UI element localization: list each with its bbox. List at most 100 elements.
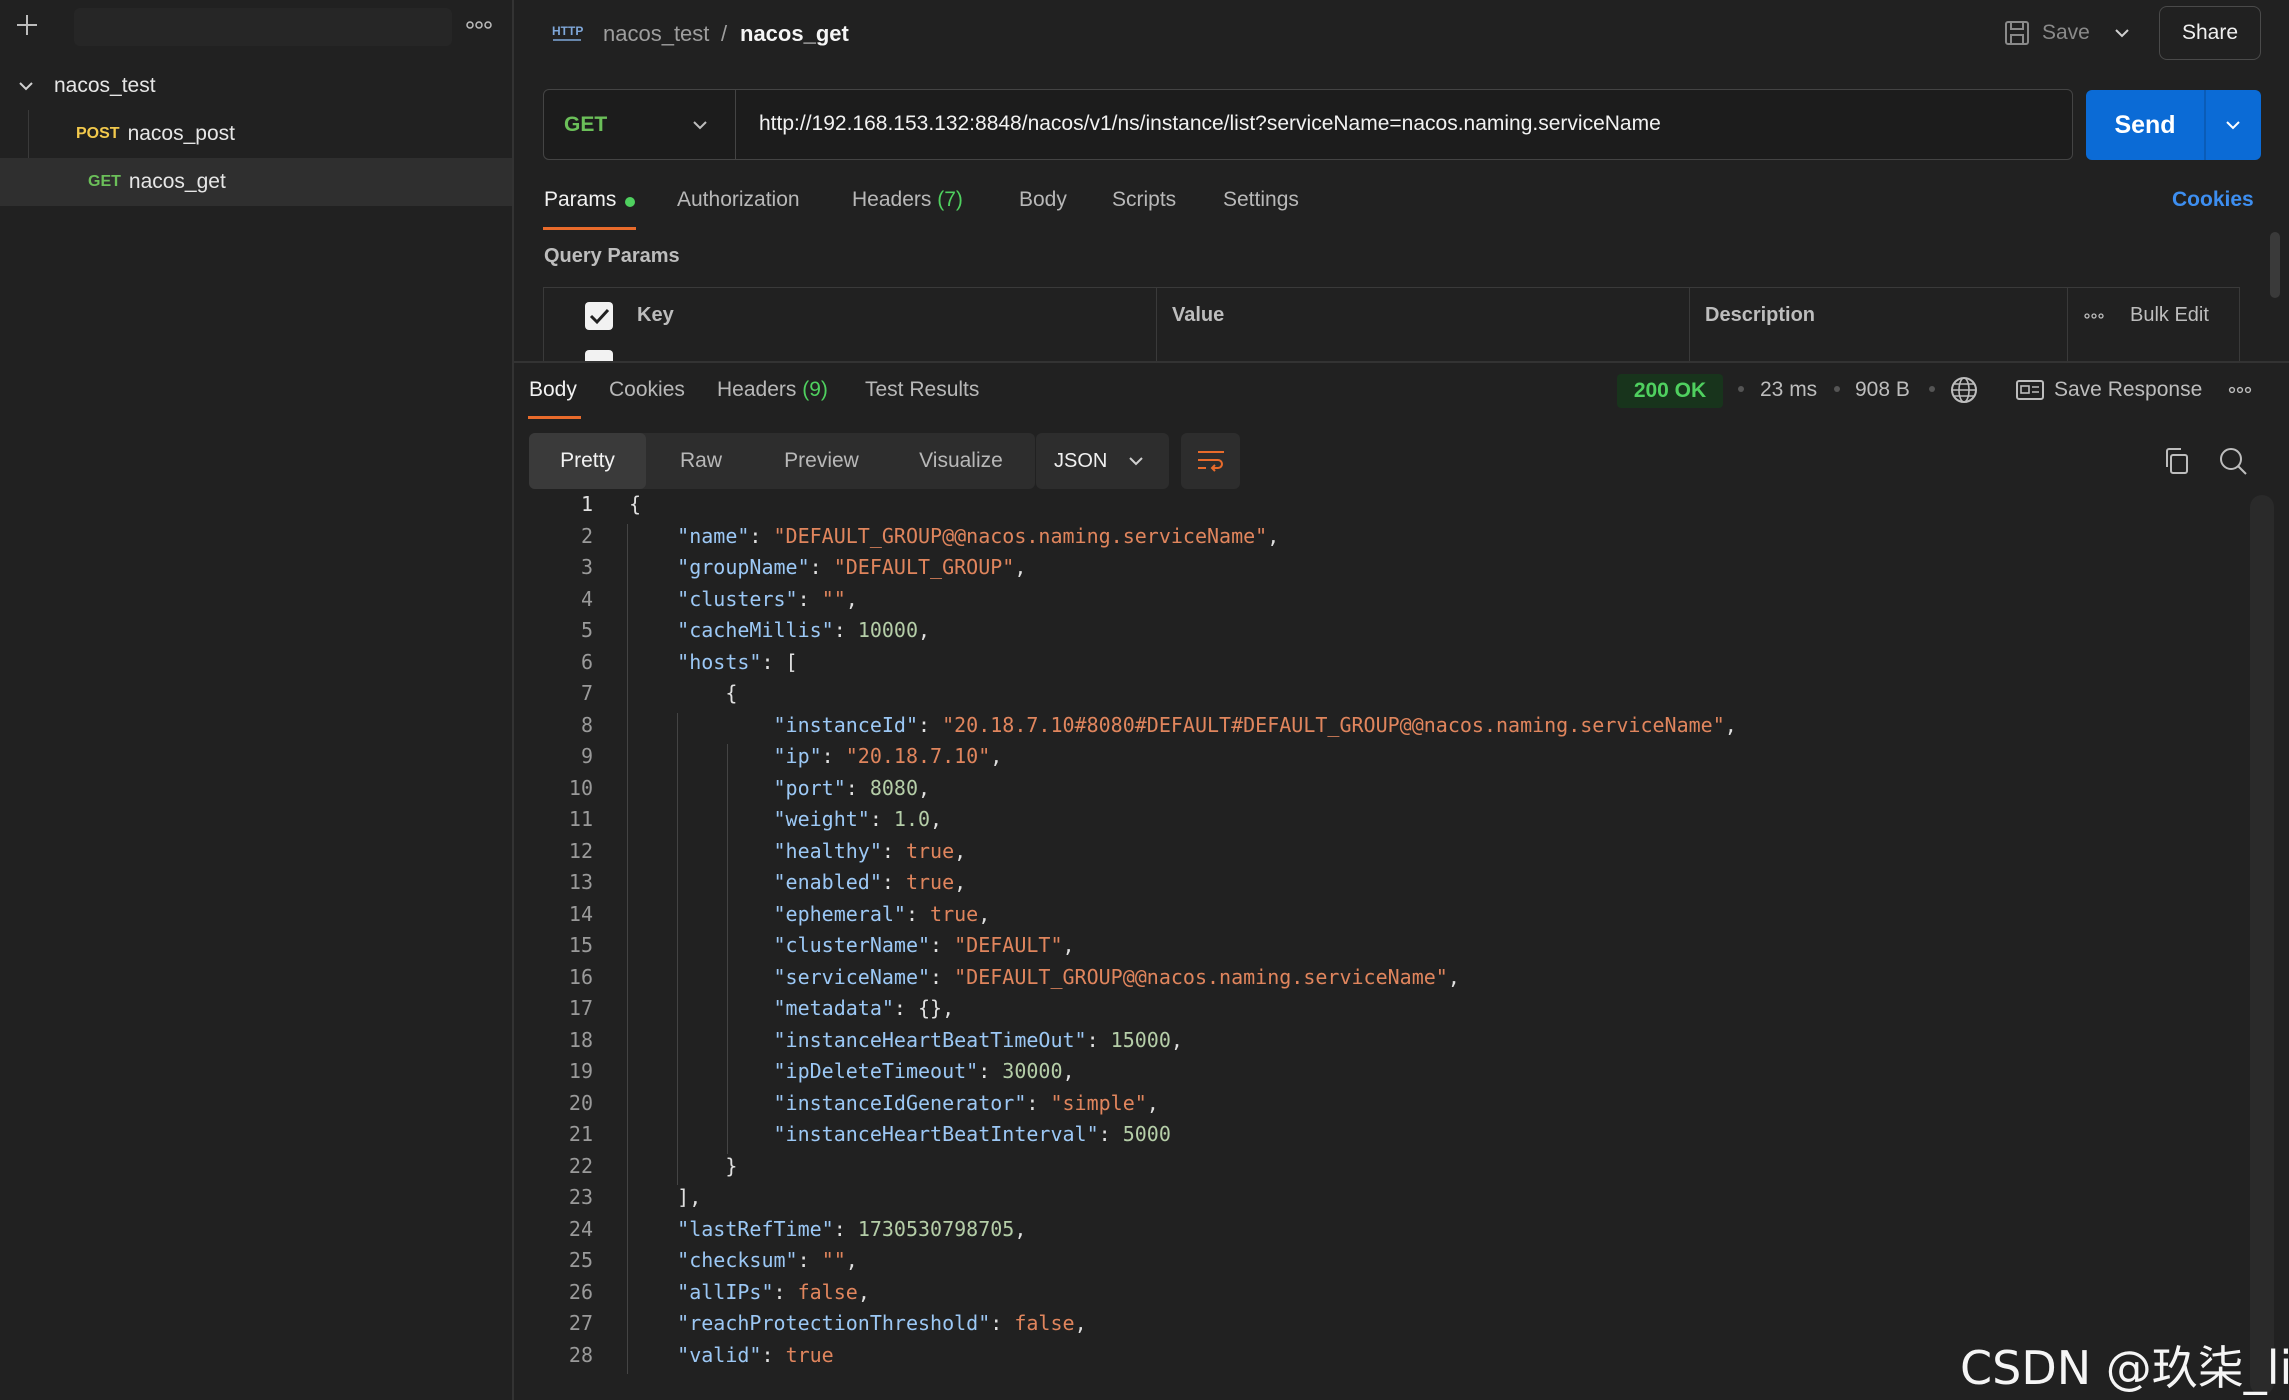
tab-settings[interactable]: Settings [1223, 188, 1299, 212]
url-input[interactable]: http://192.168.153.132:8848/nacos/v1/ns/… [759, 112, 1661, 136]
line-number: 9 [580, 744, 593, 768]
code-line: 11 "weight": 1.0, [529, 807, 2249, 839]
line-number: 3 [580, 555, 593, 579]
code-text: "ip": "20.18.7.10", [773, 744, 1003, 768]
response-body-viewer[interactable]: 1 {2 "name": "DEFAULT_GROUP@@nacos.naming… [529, 492, 2249, 1382]
code-text: "reachProtectionThreshold": false, [677, 1311, 1087, 1335]
query-params-table: Key Value Description Bulk Edit [543, 287, 2240, 362]
response-scrollbar[interactable] [2250, 495, 2274, 1395]
view-visualize-button[interactable]: Visualize [887, 433, 1035, 489]
method-select-value: GET [564, 112, 608, 136]
save-dropdown-chevron-icon[interactable] [2114, 27, 2130, 39]
response-time[interactable]: 23 ms [1760, 378, 1817, 402]
share-button[interactable]: Share [2159, 6, 2261, 60]
code-line: 14 "ephemeral": true, [529, 902, 2249, 934]
code-text: "cacheMillis": 10000, [677, 618, 931, 642]
tab-scripts[interactable]: Scripts [1112, 188, 1176, 212]
code-line: 24 "lastRefTime": 1730530798705, [529, 1217, 2249, 1249]
sidebar-search-input[interactable] [74, 8, 452, 46]
code-text: "instanceHeartBeatTimeOut": 15000, [773, 1027, 1183, 1052]
globe-icon[interactable] [1950, 376, 1978, 404]
line-number: 7 [580, 681, 593, 705]
select-all-checkbox[interactable] [585, 302, 613, 330]
sidebar: nacos_test POST nacos_post GET nacos_get [0, 0, 514, 1400]
line-number: 13 [568, 870, 593, 894]
tab-headers[interactable]: Headers (7) [852, 188, 963, 212]
request-label: nacos_post [127, 122, 235, 145]
tab-params[interactable]: Params [544, 188, 616, 212]
request-scrollbar[interactable] [2270, 232, 2280, 298]
response-tab-body[interactable]: Body [529, 378, 577, 402]
code-text: "checksum": "", [677, 1248, 858, 1272]
code-line: 19 "ipDeleteTimeout": 30000, [529, 1059, 2249, 1091]
code-line: 2 "name": "DEFAULT_GROUP@@nacos.naming.s… [529, 524, 2249, 556]
tab-authorization[interactable]: Authorization [677, 188, 800, 212]
code-line: 8 "instanceId": "20.18.7.10#8080#DEFAULT… [529, 713, 2249, 745]
send-button[interactable]: Send [2086, 90, 2204, 160]
response-tab-cookies[interactable]: Cookies [609, 378, 685, 402]
tab-active-indicator [543, 227, 636, 230]
add-icon[interactable] [14, 12, 40, 38]
code-line: 7 { [529, 681, 2249, 713]
bulk-edit-button[interactable]: Bulk Edit [2130, 304, 2209, 327]
method-select[interactable]: GET [544, 90, 736, 159]
code-text: "allIPs": false, [677, 1279, 870, 1304]
code-line: 15 "clusterName": "DEFAULT", [529, 933, 2249, 965]
code-text: "enabled": true, [773, 870, 967, 894]
line-number: 4 [580, 586, 593, 611]
separator-dot [1834, 386, 1840, 392]
code-text: "clusterName": "DEFAULT", [773, 933, 1075, 957]
line-number: 1 [580, 492, 593, 516]
status-badge[interactable]: 200 OK [1617, 374, 1723, 408]
view-raw-button[interactable]: Raw [646, 433, 756, 489]
more-options-icon[interactable] [466, 20, 492, 30]
more-options-icon[interactable] [2084, 312, 2104, 320]
watermark: CSDN @玖柒_lin [1960, 1341, 2289, 1395]
wrap-lines-button[interactable] [1181, 433, 1240, 489]
indent-guide [727, 744, 728, 1154]
line-number: 12 [568, 838, 593, 863]
request-label: nacos_get [128, 170, 226, 193]
view-preview-button[interactable]: Preview [756, 433, 887, 489]
code-text: "instanceIdGenerator": "simple", [773, 1090, 1159, 1115]
search-icon[interactable] [2218, 446, 2248, 476]
view-pretty-button[interactable]: Pretty [529, 433, 646, 489]
save-button[interactable]: Save [2042, 21, 2090, 45]
line-number: 8 [580, 712, 593, 737]
code-text: "ephemeral": true, [773, 901, 991, 926]
code-line: 16 "serviceName": "DEFAULT_GROUP@@nacos.… [529, 965, 2249, 997]
line-number: 11 [568, 807, 593, 831]
response-tab-test-results[interactable]: Test Results [865, 378, 979, 402]
line-number: 10 [568, 775, 593, 800]
breadcrumb-collection[interactable]: nacos_test [603, 21, 709, 47]
save-icon[interactable] [2003, 19, 2031, 47]
send-button-group: Send [2086, 90, 2261, 160]
code-line: 25 "checksum": "", [529, 1248, 2249, 1280]
send-options-chevron-icon[interactable] [2225, 119, 2241, 131]
code-text: "instanceHeartBeatInterval": 5000 [773, 1122, 1171, 1146]
pane-divider[interactable] [514, 361, 2289, 363]
svg-text:HTTP: HTTP [552, 24, 583, 38]
collection-nacos-test[interactable]: nacos_test [0, 62, 512, 110]
code-line: 5 "cacheMillis": 10000, [529, 618, 2249, 650]
save-response-icon[interactable] [2015, 378, 2045, 402]
response-tab-headers[interactable]: Headers (9) [717, 378, 828, 402]
more-options-icon[interactable] [2228, 386, 2252, 394]
column-description: Description [1705, 304, 1816, 326]
format-select[interactable]: JSON [1036, 433, 1169, 489]
save-response-button[interactable]: Save Response [2054, 378, 2202, 402]
copy-icon[interactable] [2162, 446, 2190, 476]
send-divider [2204, 90, 2206, 160]
tab-body[interactable]: Body [1019, 188, 1067, 212]
request-item-nacos-post[interactable]: POST nacos_post [0, 110, 512, 158]
request-item-nacos-get[interactable]: GET nacos_get [0, 158, 512, 206]
code-text: "valid": true [677, 1342, 834, 1367]
page-title[interactable]: nacos_get [740, 21, 849, 47]
separator-dot [1738, 386, 1744, 392]
code-text: { [629, 492, 642, 516]
cookies-link[interactable]: Cookies [2172, 188, 2254, 212]
response-size[interactable]: 908 B [1855, 378, 1910, 402]
chevron-down-icon [1128, 455, 1144, 467]
chevron-down-icon [692, 119, 708, 131]
code-text: "name": "DEFAULT_GROUP@@nacos.naming.ser… [677, 523, 1280, 548]
